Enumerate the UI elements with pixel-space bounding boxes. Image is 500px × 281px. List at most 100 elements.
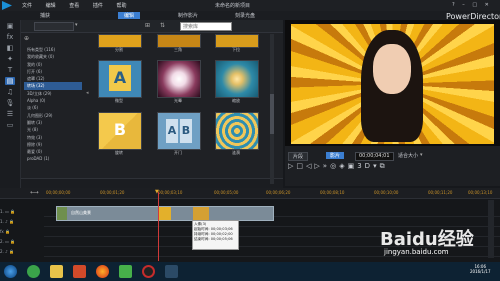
3d-icon[interactable]: 3D <box>357 162 373 170</box>
tab-produce[interactable]: 制作影片 <box>178 12 198 19</box>
category-item[interactable]: 我的 (0) <box>24 61 82 68</box>
transition-thumb[interactable]: A B <box>157 112 201 150</box>
movie-mode-button[interactable]: 影片 <box>326 152 345 159</box>
recorder-icon[interactable] <box>142 265 155 278</box>
category-item[interactable]: 淡 (6) <box>24 104 82 111</box>
lock-icon[interactable]: 🔒 <box>10 209 15 214</box>
transition-thumb[interactable] <box>215 34 259 48</box>
tab-edit[interactable]: 编辑 <box>118 12 141 19</box>
app-icon[interactable] <box>119 265 132 278</box>
track-header[interactable]: 1. ▭ 🔒 <box>0 208 44 216</box>
transition-room-icon[interactable]: ▤ <box>5 77 15 85</box>
dropdown-arrow-icon[interactable]: ▾ <box>75 22 78 28</box>
transition-thumb[interactable]: A <box>98 60 142 98</box>
snapshot-icon[interactable]: ▣ <box>348 162 358 170</box>
lock-icon[interactable]: 🔒 <box>5 229 10 234</box>
category-item[interactable]: 打开 (6) <box>24 68 82 75</box>
transition-thumb[interactable] <box>215 60 259 98</box>
category-item[interactable]: 翻转 (3) <box>24 119 82 126</box>
playhead-handle-icon[interactable]: ▼ <box>155 189 159 195</box>
start-button-icon[interactable] <box>4 265 17 278</box>
timeline-clip[interactable]: 自然山美景 <box>56 206 274 221</box>
tab-burn[interactable]: 刻录光盘 <box>235 12 255 19</box>
clip-tooltip: 入像(3) 起始时间: 00;00;03;06 持续时间: 00;00;02;0… <box>192 220 239 250</box>
track-header[interactable]: 2. ♪ 🔒 <box>0 248 44 256</box>
lock-icon[interactable]: 🔒 <box>10 239 15 244</box>
category-item[interactable]: 我的收藏夹 (0) <box>24 53 82 60</box>
timeline-tools-icon[interactable]: ⟷ <box>30 189 39 196</box>
category-dropdown[interactable] <box>34 22 74 31</box>
tab-capture[interactable]: 捕获 <box>40 12 50 19</box>
timeline-ruler[interactable]: 00;00;00;00 00;00;01;20 00;00;03;10 00;0… <box>44 190 500 196</box>
folder-icon[interactable] <box>50 265 63 278</box>
clip-transition-marker[interactable] <box>159 207 171 220</box>
category-item[interactable]: proDAD (1) <box>24 155 82 162</box>
timecode-display[interactable]: 00;00;04;01 <box>355 152 394 161</box>
effect-room-icon[interactable]: fx <box>5 33 15 41</box>
clip-mode-button[interactable]: 片段 <box>288 152 309 161</box>
clock[interactable]: 16:06 2016/1/17 <box>470 264 491 274</box>
search-input[interactable]: 搜索库 <box>180 22 232 31</box>
category-item[interactable]: 最爱 (0) <box>24 148 82 155</box>
track-header[interactable]: fx 🔒 <box>0 228 44 236</box>
stop-icon[interactable]: □ <box>296 162 306 170</box>
playhead[interactable] <box>158 192 159 261</box>
library-scrollbar[interactable] <box>270 34 274 184</box>
sort-icon[interactable]: ⇅ <box>160 22 165 29</box>
thumb-label: 开门 <box>174 150 182 155</box>
volume-icon[interactable]: ◈ <box>339 162 347 170</box>
menu-item-file[interactable]: 文件 <box>22 3 32 9</box>
thumb-label: 涟漪 <box>232 150 240 155</box>
transition-thumb[interactable] <box>157 60 201 98</box>
window-controls[interactable]: ? – □ ✕ <box>452 2 492 8</box>
ruler-tick: 00;00;00;00 <box>46 190 71 195</box>
zoom-dropdown-icon[interactable]: ▾ <box>420 152 423 158</box>
title-room-icon[interactable]: T <box>5 66 15 74</box>
powerdirector-task-icon[interactable] <box>165 265 178 278</box>
particle-room-icon[interactable]: ✦ <box>5 55 15 63</box>
track-header[interactable]: 2. ▭ 🔒 <box>0 238 44 246</box>
grid-view-icon[interactable]: ⊞ <box>145 22 150 29</box>
category-item[interactable]: 擦除 (9) <box>24 141 82 148</box>
track-header[interactable]: 1. ♪ 🔒 <box>0 218 44 226</box>
pip-room-icon[interactable]: ◧ <box>5 44 15 52</box>
app-icon[interactable] <box>73 265 86 278</box>
lock-icon[interactable]: 🔒 <box>9 219 14 224</box>
category-item[interactable]: 3D/立体 (29) <box>24 90 82 97</box>
category-item-selected[interactable]: 转场 (32) <box>24 82 82 90</box>
transition-thumb[interactable]: B <box>98 112 142 150</box>
lock-icon[interactable]: 🔒 <box>9 249 14 254</box>
menu-item-plugins[interactable]: 插件 <box>93 3 103 9</box>
audio-mixing-icon[interactable]: ♫ <box>5 88 15 96</box>
transition-thumb[interactable] <box>98 34 142 48</box>
clip-transition-marker[interactable] <box>193 207 209 220</box>
menu-item-edit[interactable]: 编辑 <box>46 3 56 9</box>
zoom-select[interactable]: 适合大小 <box>398 152 418 159</box>
app-icon[interactable] <box>27 265 40 278</box>
fast-forward-icon[interactable]: » <box>323 162 330 170</box>
category-item[interactable]: 所有类型 (116) <box>24 46 82 53</box>
subtitle-room-icon[interactable]: ▭ <box>5 121 15 129</box>
timeline-scrollbar[interactable] <box>488 200 494 258</box>
add-category-icon[interactable]: ⊕ <box>24 35 29 42</box>
next-frame-icon[interactable]: ▷ <box>314 162 322 170</box>
category-item[interactable]: 光 (8) <box>24 126 82 133</box>
scrollbar-thumb[interactable] <box>270 94 274 134</box>
category-item[interactable]: 几何图形 (29) <box>24 112 82 119</box>
menu-item-view[interactable]: 查看 <box>69 3 79 9</box>
category-item[interactable]: 特效 (3) <box>24 134 82 141</box>
video-track-icon: ▭ <box>5 239 9 244</box>
chapter-room-icon[interactable]: ☰ <box>5 110 15 118</box>
firefox-icon[interactable] <box>96 265 109 278</box>
collapse-arrow-icon[interactable]: ◂ <box>86 90 89 96</box>
capture-frame-icon[interactable]: ◎ <box>330 162 339 170</box>
transition-thumb[interactable] <box>215 112 259 150</box>
voice-over-icon[interactable]: 🎙 <box>5 99 15 107</box>
category-item[interactable]: 遮罩 (12) <box>24 75 82 82</box>
transition-thumb[interactable] <box>157 34 201 48</box>
media-room-icon[interactable]: ▣ <box>5 22 15 30</box>
category-item[interactable]: Alpha (0) <box>24 97 82 104</box>
menu-item-help[interactable]: 帮助 <box>116 3 126 9</box>
dock-icon[interactable]: ⧉ <box>380 162 388 170</box>
letter-b-icon: B <box>180 119 192 143</box>
